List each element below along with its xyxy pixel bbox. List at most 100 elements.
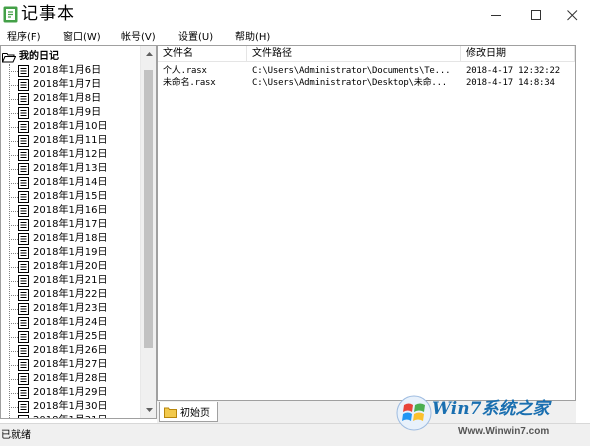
tab-start-page[interactable]: 初始页 [159,402,218,422]
tree-item-date[interactable]: 2018年1月25日 [9,330,108,344]
menu-settings[interactable]: 设置(U) [178,31,213,44]
tree-item-label: 2018年1月27日 [33,359,108,370]
tree-item-label: 2018年1月11日 [33,135,108,146]
tree-item-date[interactable]: 2018年1月13日 [9,162,108,176]
menu-help[interactable]: 帮助(H) [235,31,270,44]
close-button[interactable] [552,0,590,30]
file-list[interactable]: 文件名 文件路径 修改日期 个人.rasx C:\Users\Administr… [157,45,576,401]
tree-connector [9,308,18,310]
tree-item-date[interactable]: 2018年1月30日 [9,400,108,414]
tree-item-date[interactable]: 2018年1月23日 [9,302,108,316]
tree-item-date[interactable]: 2018年1月26日 [9,344,108,358]
cell-date: 2018-4-17 12:32:22 [466,66,560,76]
tree-item-date[interactable]: 2018年1月17日 [9,218,108,232]
tree-item-date[interactable]: 2018年1月21日 [9,274,108,288]
maximize-button[interactable] [516,0,556,30]
tree-item-date[interactable]: 2018年1月9日 [9,106,101,120]
column-header-path[interactable]: 文件路径 [247,46,461,62]
tree-connector [9,322,18,324]
tree-item-label: 2018年1月18日 [33,233,108,244]
scroll-down-button[interactable] [141,402,157,418]
tree-item-label: 2018年1月20日 [33,261,108,272]
menu-program[interactable]: 程序(F) [7,31,41,44]
maximize-icon [530,9,541,20]
tree-connector [9,182,18,184]
tree-connector [9,378,18,380]
tree-connector [9,140,18,142]
tree-item-date[interactable]: 2018年1月12日 [9,148,108,162]
tree-connector [9,70,18,72]
tree-root-my-diary[interactable]: 我的日记 [2,50,59,64]
column-header-filename[interactable]: 文件名 [158,46,247,62]
table-row[interactable]: 个人.rasx C:\Users\Administrator\Documents… [158,65,575,77]
tree-connector [9,238,18,240]
tree-item-date[interactable]: 2018年1月15日 [9,190,108,204]
tree-item-date[interactable]: 2018年1月11日 [9,134,108,148]
tree-item-date[interactable]: 2018年1月27日 [9,358,108,372]
tree-item-date[interactable]: 2018年1月19日 [9,246,108,260]
diary-page-icon [18,359,29,371]
tree-item-label: 2018年1月29日 [33,387,108,398]
chevron-up-icon [145,52,153,56]
menu-window[interactable]: 窗口(W) [63,31,101,44]
tree-item-label: 2018年1月31日 [33,415,108,418]
tree-item-date[interactable]: 2018年1月16日 [9,204,108,218]
tree-connector [9,364,18,366]
tree-item-label: 2018年1月26日 [33,345,108,356]
tree-item-date[interactable]: 2018年1月18日 [9,232,108,246]
tree-item-date[interactable]: 2018年1月14日 [9,176,108,190]
tree-connector [9,406,18,408]
tree-item-date[interactable]: 2018年1月6日 [9,64,101,78]
diary-page-icon [18,247,29,259]
tree-item-date[interactable]: 2018年1月28日 [9,372,108,386]
minimize-icon [490,14,501,16]
scroll-up-button[interactable] [141,46,157,62]
diary-page-icon [18,163,29,175]
tree-item-date[interactable]: 2018年1月22日 [9,288,108,302]
diary-page-icon [18,93,29,105]
tree-connector [9,98,18,100]
tree-item-label: 2018年1月7日 [33,79,102,90]
tree-item-label: 2018年1月17日 [33,219,108,230]
tree-item-label: 2018年1月21日 [33,275,108,286]
tree-item-label: 2018年1月13日 [33,163,108,174]
tree-item-date[interactable]: 2018年1月7日 [9,78,101,92]
column-header-date[interactable]: 修改日期 [461,46,575,62]
tree-item-date[interactable]: 2018年1月8日 [9,92,101,106]
tree-item-label: 2018年1月9日 [33,107,102,118]
title-bar: 记事本 [0,0,590,30]
diary-page-icon [18,373,29,385]
scroll-thumb[interactable] [144,70,153,348]
diary-page-icon [18,289,29,301]
window-title: 记事本 [21,4,75,24]
diary-page-icon [18,317,29,329]
diary-page-icon [18,135,29,147]
tree-connector [9,252,18,254]
tree-item-label: 2018年1月8日 [33,93,102,104]
table-row[interactable]: 未命名.rasx C:\Users\Administrator\Desktop\… [158,77,575,89]
menu-bar: 程序(F) 窗口(W) 帐号(V) 设置(U) 帮助(H) [0,30,590,45]
diary-page-icon [18,107,29,119]
tree-item-date[interactable]: 2018年1月31日 [9,414,108,418]
tree-item-date[interactable]: 2018年1月10日 [9,120,108,134]
tree-item-label: 2018年1月14日 [33,177,108,188]
diary-page-icon [18,345,29,357]
minimize-button[interactable] [476,0,516,30]
diary-page-icon [18,205,29,217]
tree-connector [9,280,18,282]
tree-item-date[interactable]: 2018年1月20日 [9,260,108,274]
diary-tree[interactable]: 我的日记 2018年1月6日 2018年1月7日 2018年1月8日 2018年1月9… [0,45,157,419]
tree-item-date[interactable]: 2018年1月29日 [9,386,108,400]
tree-item-date[interactable]: 2018年1月24日 [9,316,108,330]
status-text: 已就绪 [1,430,31,441]
tree-connector [9,154,18,156]
tree-connector [9,196,18,198]
cell-path: C:\Users\Administrator\Desktop\未命... [252,78,448,88]
tree-scrollbar[interactable] [140,46,156,418]
menu-account[interactable]: 帐号(V) [121,31,156,44]
tree-connector [9,84,18,86]
tree-connector [9,266,18,268]
notepad-app-icon [3,6,18,23]
diary-page-icon [18,65,29,77]
diary-page-icon [18,79,29,91]
